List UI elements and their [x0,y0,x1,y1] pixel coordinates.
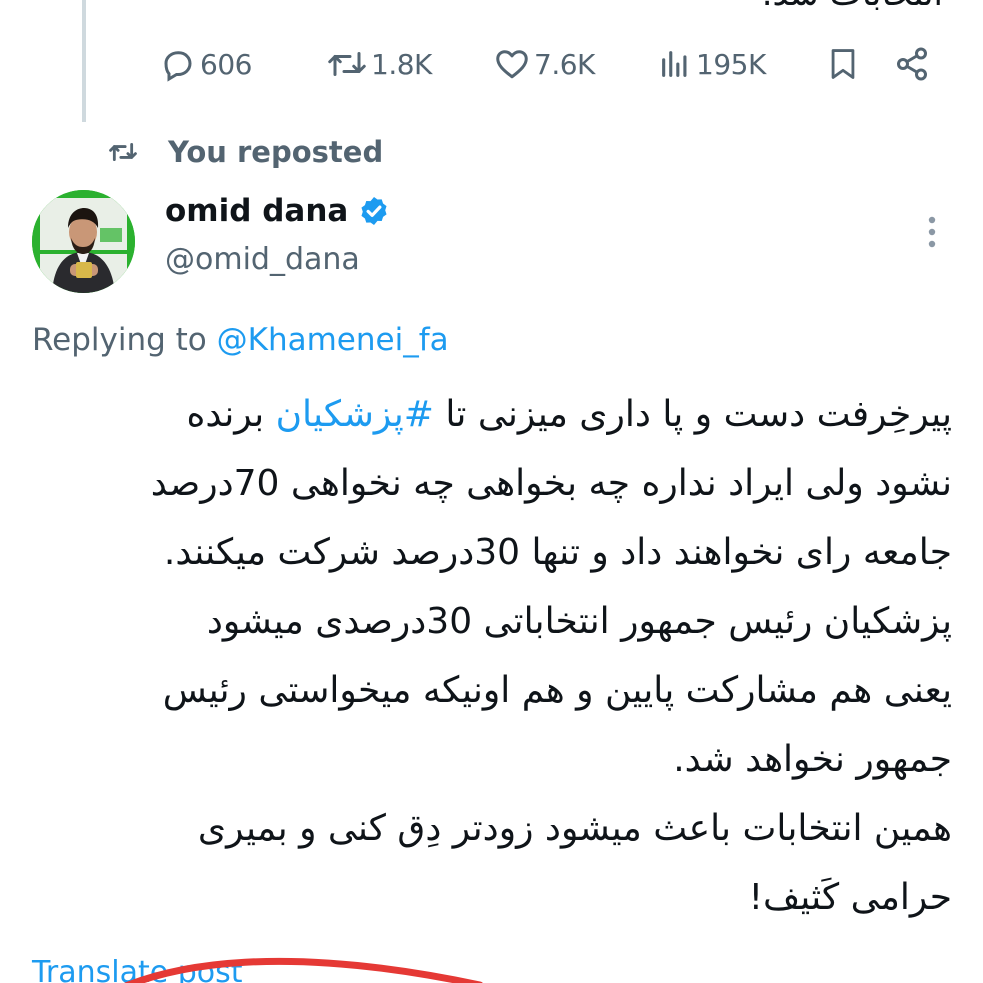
repost-count: 1.8K [371,47,432,81]
bookmark-button[interactable] [826,36,860,92]
translate-post-link[interactable]: Translate post [32,955,243,983]
tweet-line: نشود ولی ایراد نداره چه بخواهی چه نخواهی… [150,463,952,504]
more-vertical-icon[interactable] [920,214,944,250]
tweet-line-1-before: پیرخِرفت دست و پا داری میزنی تا [433,394,952,435]
replying-to-prefix: Replying to [32,322,217,358]
share-button[interactable] [894,36,930,92]
previous-tweet-text-fragment: انتخابات شد. [762,0,943,14]
tweet-line: همین انتخابات باعث میشود زودتر دِق کنی و… [197,808,952,849]
heart-icon [496,50,528,79]
tweet-line-1-after: برنده [186,394,276,435]
tweet-line: جمهور نخواهد شد. [673,739,952,780]
like-button[interactable]: 7.6K [494,36,595,92]
author-handle[interactable]: @omid_dana [165,242,360,277]
verified-badge-icon [361,197,387,225]
tweet-line: پزشکیان رئیس جمهور انتخاباتی 30درصدی میش… [206,601,952,642]
tweet-action-bar: 606 1.8K 7.6K 195K [0,36,983,92]
reply-count: 606 [200,47,252,81]
tweet-line: پیرخِرفت دست و پا داری میزنی تا #پزشکیان… [24,380,952,449]
share-icon [897,47,927,81]
avatar-image [32,190,135,293]
reply-button[interactable]: 606 [160,36,252,92]
bar-chart-icon [662,51,687,77]
repost-banner-label: You reposted [168,135,384,169]
views-button[interactable]: 195K [658,36,766,92]
hashtag-link[interactable]: #پزشکیان [276,394,434,435]
author-display-name[interactable]: omid dana [165,193,348,229]
avatar[interactable] [32,190,135,293]
repost-button[interactable]: 1.8K [327,36,432,92]
replying-to-line: Replying to @Khamenei_fa [32,322,449,358]
repost-arrows-icon [328,52,366,76]
repost-banner: You reposted [108,130,383,174]
repost-arrows-icon [109,143,137,161]
bookmark-icon [831,49,855,79]
author-name-row[interactable]: omid dana [165,193,390,229]
speech-bubble-icon [164,51,192,82]
tweet-text: پیرخِرفت دست و پا داری میزنی تا #پزشکیان… [24,380,952,932]
views-count: 195K [696,47,766,81]
like-count: 7.6K [534,47,595,81]
tweet-line: حرامی کَثیف! [748,877,952,918]
tweet-line: جامعه رای نخواهند داد و تنها 30درصد شرکت… [163,532,952,573]
tweet-line: یعنی هم مشارکت پایین و هم اونیکه میخواست… [162,670,952,711]
replying-to-mention-link[interactable]: @Khamenei_fa [217,322,449,358]
